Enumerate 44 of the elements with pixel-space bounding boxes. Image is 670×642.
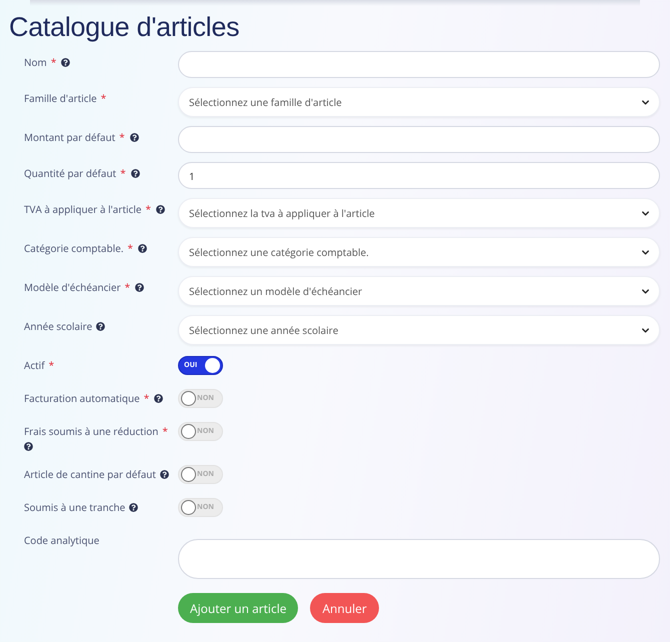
field-label: Facturation automatique: [24, 391, 140, 405]
required-mark: *: [145, 202, 151, 216]
required-mark: *: [100, 91, 106, 105]
text-input[interactable]: [178, 126, 660, 153]
help-icon[interactable]: [154, 394, 164, 403]
field-label: Actif: [24, 358, 45, 372]
field-label: Article de cantine par défaut: [24, 467, 156, 481]
text-input[interactable]: [178, 51, 660, 78]
help-icon[interactable]: [24, 442, 33, 451]
text-input[interactable]: 1: [178, 162, 660, 189]
select-field[interactable]: Sélectionnez une famille d'article: [178, 87, 660, 117]
required-mark: *: [120, 166, 126, 180]
required-mark: *: [128, 241, 134, 255]
page-title: Catalogue d'articles: [9, 12, 240, 43]
field-label: Famille d'article: [24, 91, 97, 105]
required-mark: *: [50, 55, 56, 69]
field-label: Code analytique: [24, 533, 100, 547]
select-field[interactable]: Sélectionnez la tva à appliquer à l'article: [178, 198, 660, 228]
help-icon[interactable]: [135, 283, 144, 292]
help-icon[interactable]: [130, 169, 140, 178]
help-icon[interactable]: [61, 58, 70, 67]
select-field[interactable]: Sélectionnez une catégorie comptable.: [178, 237, 660, 267]
help-icon[interactable]: [160, 470, 169, 479]
help-icon[interactable]: [129, 503, 138, 512]
field-label: Montant par défaut: [24, 130, 116, 144]
field-label: Frais soumis à une réduction: [24, 424, 158, 438]
help-icon[interactable]: [130, 133, 139, 142]
required-mark: *: [124, 280, 130, 294]
field-label: Modèle d'échéancier: [24, 280, 121, 294]
required-mark: *: [162, 424, 168, 438]
field-label: Catégorie comptable.: [24, 241, 124, 255]
help-icon[interactable]: [156, 205, 165, 214]
required-mark: *: [119, 130, 125, 144]
help-icon[interactable]: [96, 322, 106, 331]
field-label: TVA à appliquer à l'article: [24, 202, 142, 216]
field-label: Année scolaire: [24, 319, 92, 333]
required-mark: *: [144, 391, 150, 405]
help-icon[interactable]: [138, 244, 148, 253]
field-label: Nom: [24, 55, 47, 69]
field-label: Quantité par défaut: [24, 166, 116, 180]
required-mark: *: [48, 358, 54, 372]
field-label: Soumis à une tranche: [24, 500, 126, 514]
select-field[interactable]: Sélectionnez une année scolaire: [178, 315, 660, 345]
select-field[interactable]: Sélectionnez un modèle d'échéancier: [178, 276, 660, 306]
